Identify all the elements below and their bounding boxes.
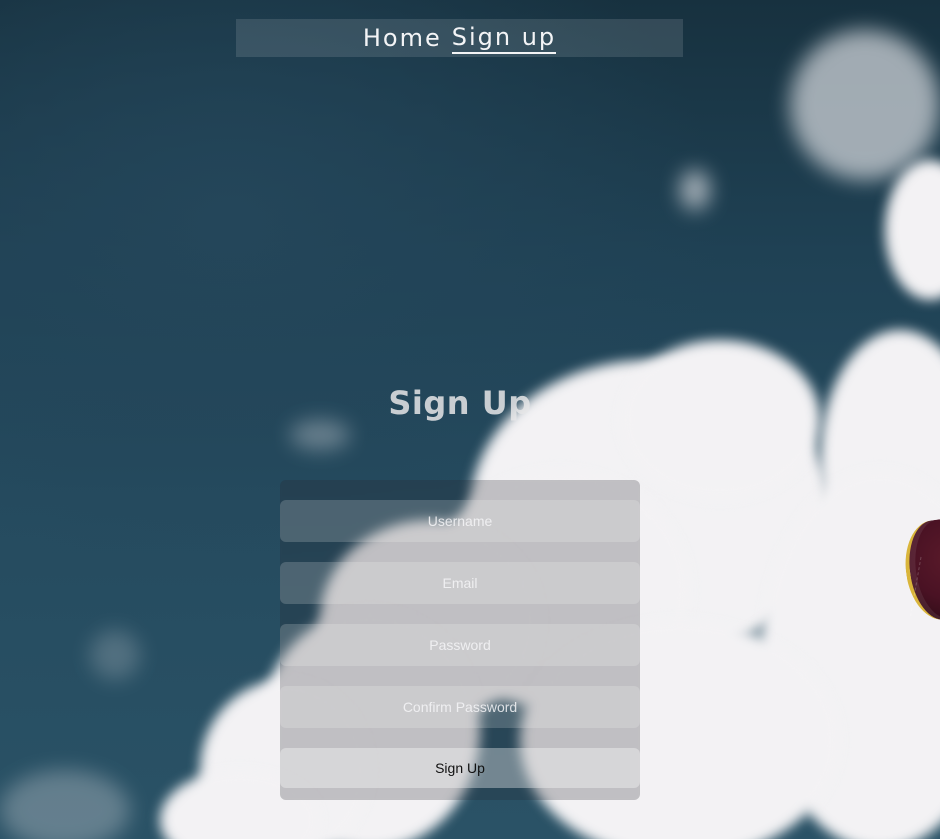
nav-home-link[interactable]: Home <box>363 24 442 53</box>
password-input[interactable] <box>280 624 640 666</box>
confirm-password-input[interactable] <box>280 686 640 728</box>
nav-signup-link[interactable]: Sign up <box>451 23 557 54</box>
top-navbar: Home Sign up <box>236 19 683 57</box>
page-title: Sign Up <box>388 384 532 422</box>
email-input[interactable] <box>280 562 640 604</box>
signup-submit-button[interactable]: Sign Up <box>280 748 640 788</box>
username-input[interactable] <box>280 500 640 542</box>
signup-form: Sign Up <box>280 480 640 800</box>
